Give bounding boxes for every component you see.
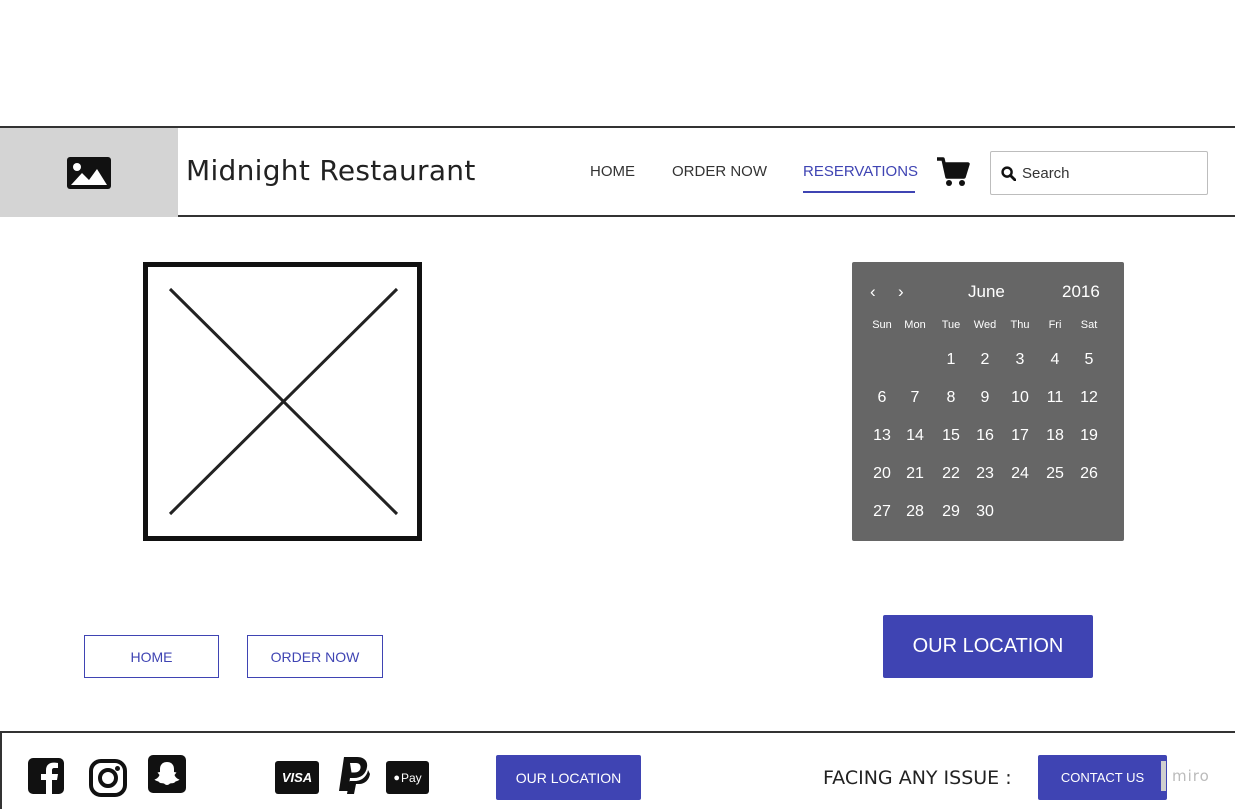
calendar-prev-button[interactable]: ‹ (870, 282, 876, 302)
calendar-day[interactable]: 21 (900, 465, 930, 483)
placeholder-cross-icon (168, 287, 399, 516)
calendar-weekday: Mon (904, 319, 926, 331)
instagram-link[interactable] (88, 758, 128, 803)
active-nav-underline (803, 191, 915, 193)
image-placeholder (143, 262, 422, 541)
calendar-day[interactable]: 9 (970, 389, 1000, 407)
calendar-day[interactable]: 14 (900, 427, 930, 445)
calendar-day[interactable]: 1 (936, 351, 966, 369)
search-icon (1001, 165, 1016, 181)
site-header: Midnight Restaurant HOME ORDER NOW RESER… (0, 126, 1235, 217)
calendar-weekday: Thu (1010, 319, 1030, 331)
calendar-next-button[interactable]: › (898, 282, 904, 302)
paypal-icon (335, 755, 371, 800)
image-icon (67, 156, 111, 189)
calendar-weekday: Sun (872, 319, 892, 331)
calendar-day[interactable]: 13 (867, 427, 897, 445)
calendar-day[interactable]: 20 (867, 465, 897, 483)
reservation-calendar: ‹ › June 2016 Sun Mon Tue Wed Thu Fri Sat 1 2 3 4 5… (852, 262, 1124, 541)
calendar-day[interactable]: 2 (970, 351, 1000, 369)
calendar-day[interactable]: 19 (1074, 427, 1104, 445)
calendar-day[interactable]: 23 (970, 465, 1000, 483)
facebook-link[interactable] (28, 758, 64, 799)
cart-icon (937, 157, 970, 186)
contact-us-button[interactable]: CONTACT US (1038, 755, 1167, 800)
site-footer: VISA ● Pay OUR LOCATION FACING ANY ISSUE … (0, 731, 1235, 809)
calendar-weekday: Fri (1048, 319, 1062, 331)
calendar-day[interactable]: 11 (1040, 389, 1070, 407)
calendar-day[interactable]: 6 (867, 389, 897, 407)
snapchat-link[interactable] (148, 755, 186, 798)
nav-reservations[interactable]: RESERVATIONS (803, 163, 918, 180)
calendar-day[interactable]: 29 (936, 503, 966, 521)
snapchat-icon (148, 755, 186, 793)
calendar-day[interactable]: 22 (936, 465, 966, 483)
nav-order-now[interactable]: ORDER NOW (672, 163, 767, 180)
instagram-icon (89, 759, 127, 797)
calendar-day[interactable]: 24 (1005, 465, 1035, 483)
order-now-button[interactable]: ORDER NOW (247, 635, 383, 678)
calendar-day[interactable]: 5 (1074, 351, 1104, 369)
calendar-day[interactable]: 30 (970, 503, 1000, 521)
issue-label: FACING ANY ISSUE : (823, 767, 1012, 789)
calendar-day[interactable]: 25 (1040, 465, 1070, 483)
calendar-day[interactable]: 26 (1074, 465, 1104, 483)
calendar-weekday: Tue (941, 319, 961, 331)
calendar-day[interactable]: 28 (900, 503, 930, 521)
brand-title: Midnight Restaurant (186, 154, 476, 187)
calendar-month: June (968, 282, 1005, 301)
nav-home[interactable]: HOME (590, 163, 635, 180)
apple-pay-icon: ● Pay (386, 761, 429, 794)
calendar-day[interactable]: 15 (936, 427, 966, 445)
calendar-weekday: Wed (973, 319, 997, 331)
cart-button[interactable] (936, 156, 970, 193)
calendar-day[interactable]: 4 (1040, 351, 1070, 369)
calendar-day[interactable]: 3 (1005, 351, 1035, 369)
calendar-weekday: Sat (1080, 319, 1098, 331)
search-box[interactable] (990, 151, 1208, 195)
calendar-day[interactable]: 17 (1005, 427, 1035, 445)
calendar-day[interactable]: 7 (900, 389, 930, 407)
apple-pay-label: Pay (400, 770, 422, 785)
calendar-day[interactable]: 16 (970, 427, 1000, 445)
calendar-year: 2016 (1062, 282, 1100, 301)
logo-placeholder[interactable] (0, 128, 178, 217)
calendar-day[interactable]: 18 (1040, 427, 1070, 445)
calendar-day[interactable]: 8 (936, 389, 966, 407)
miro-watermark: miro (1172, 767, 1210, 785)
footer-location-button[interactable]: OUR LOCATION (496, 755, 641, 800)
our-location-button[interactable]: OUR LOCATION (883, 615, 1093, 678)
watermark-bar (1161, 761, 1166, 791)
visa-icon: VISA (275, 761, 319, 794)
calendar-day[interactable]: 27 (867, 503, 897, 521)
home-button[interactable]: HOME (84, 635, 219, 678)
facebook-icon (28, 758, 64, 794)
calendar-day[interactable]: 10 (1005, 389, 1035, 407)
calendar-day[interactable]: 12 (1074, 389, 1104, 407)
apple-logo-icon: ● (393, 771, 400, 784)
search-input[interactable] (1022, 164, 1192, 182)
